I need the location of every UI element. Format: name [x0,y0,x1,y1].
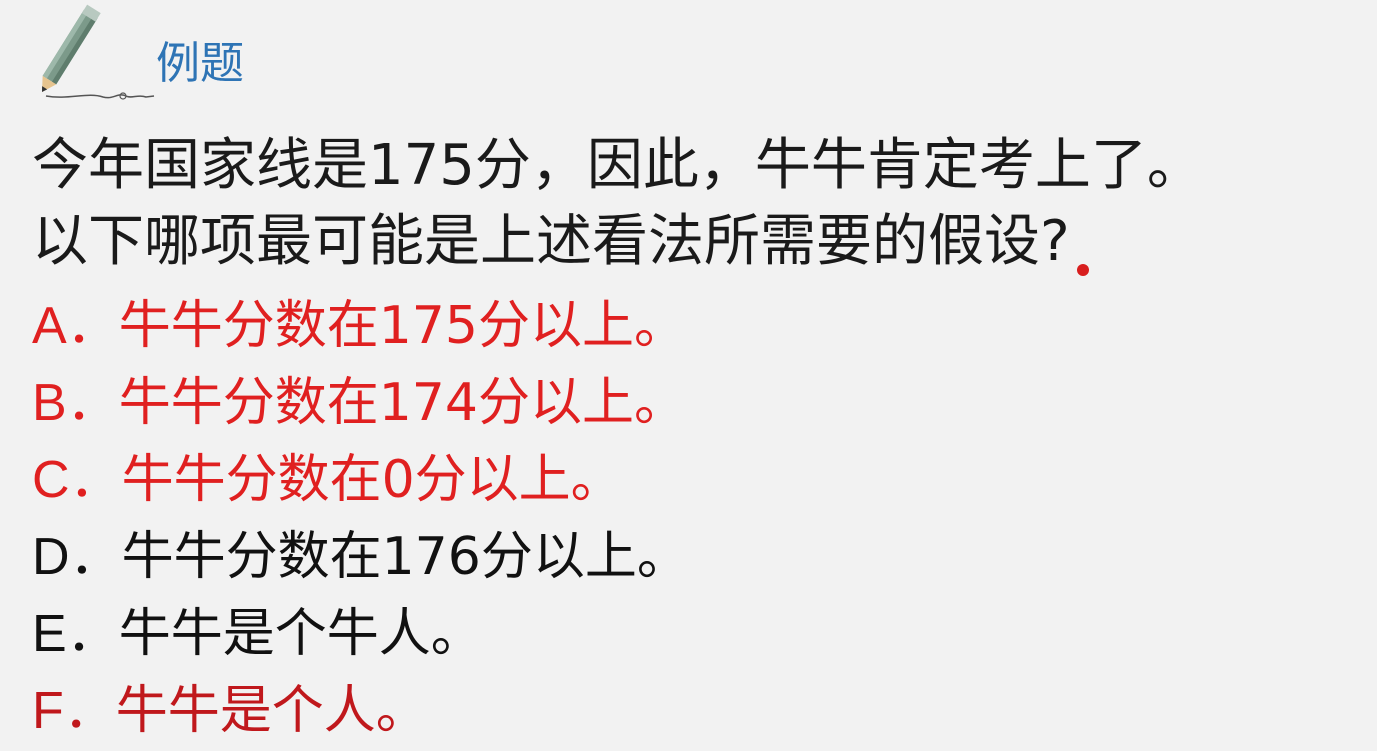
option-text: 牛牛是个牛人。 [118,604,483,664]
option-text: 牛牛分数在175分以上。 [118,296,686,356]
option-letter: D． [32,528,122,586]
annotation-dot [1077,264,1089,276]
option-letter: A． [32,297,119,355]
option-c: C．牛牛分数在0分以上。 [32,442,689,519]
option-letter: B． [32,374,119,432]
option-b: B．牛牛分数在174分以上。 [32,365,689,442]
question-line-1: 今年国家线是175分，因此，牛牛肯定考上了。 [32,133,1203,198]
option-letter: F． [32,682,116,740]
options-list: A．牛牛分数在175分以上。 B．牛牛分数在174分以上。 C．牛牛分数在0分以… [32,288,689,750]
header: 例题 [28,4,288,104]
option-d: D．牛牛分数在176分以上。 [32,519,689,596]
question-text: 今年国家线是175分，因此，牛牛肯定考上了。 以下哪项最可能是上述看法所需要的假… [32,128,1203,280]
page-title: 例题 [156,38,244,89]
option-text: 牛牛是个人。 [115,681,428,741]
option-letter: E． [32,605,119,663]
option-f: F．牛牛是个人。 [32,673,689,750]
option-a: A．牛牛分数在175分以上。 [32,288,689,365]
option-text: 牛牛分数在0分以上。 [121,450,623,510]
option-letter: C． [32,451,122,509]
option-e: E．牛牛是个牛人。 [32,596,689,673]
option-text: 牛牛分数在174分以上。 [118,373,686,433]
option-text: 牛牛分数在176分以上。 [121,527,689,587]
question-line-2: 以下哪项最可能是上述看法所需要的假设? [32,209,1070,274]
